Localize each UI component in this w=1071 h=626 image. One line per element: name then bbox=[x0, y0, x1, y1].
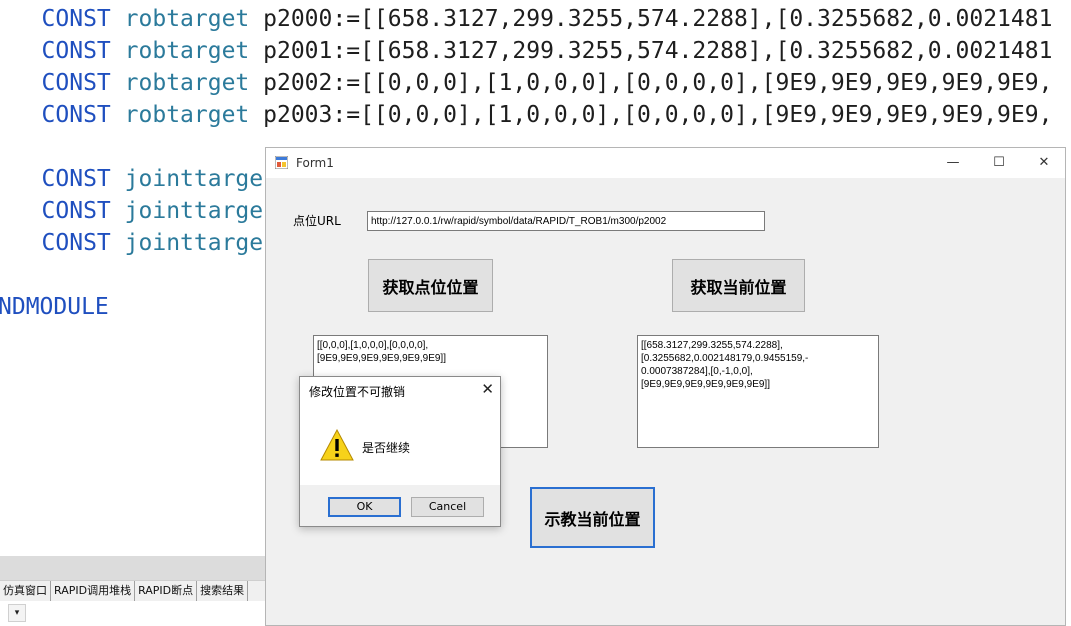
dialog-message: 是否继续 bbox=[362, 441, 411, 455]
tab-search-results[interactable]: 搜索结果 bbox=[197, 581, 249, 601]
code-line[interactable]: CONST robtarget p2000:=[[658.3127,299.32… bbox=[0, 3, 1053, 35]
code-line[interactable]: CONST jointtarge bbox=[0, 195, 264, 227]
window-title: Form1 bbox=[296, 156, 334, 170]
code-line[interactable]: CONST robtarget p2003:=[[0,0,0],[1,0,0,0… bbox=[0, 99, 1053, 131]
app-icon bbox=[275, 156, 288, 169]
code-line[interactable]: CONST robtarget p2002:=[[0,0,0],[1,0,0,0… bbox=[0, 67, 1053, 99]
maximize-button[interactable]: ☐ bbox=[976, 148, 1022, 178]
dialog-title: 修改位置不可撤销 bbox=[309, 385, 406, 399]
dialog-close-icon[interactable]: ✕ bbox=[481, 380, 494, 398]
panel-dropdown-chevron-down-icon[interactable]: ▾ bbox=[8, 604, 26, 622]
get-current-position-button[interactable]: 获取当前位置 bbox=[672, 259, 805, 312]
title-bar[interactable]: Form1 — ☐ ✕ bbox=[266, 148, 1065, 178]
teach-current-position-button[interactable]: 示教当前位置 bbox=[530, 487, 655, 548]
code-line[interactable]: CONST robtarget p2001:=[[658.3127,299.32… bbox=[0, 35, 1053, 67]
tab-rapid-call-stack[interactable]: RAPID调用堆栈 bbox=[51, 581, 136, 601]
tab-rapid-breakpoints[interactable]: RAPID断点 bbox=[135, 581, 198, 601]
dialog-footer: OK Cancel bbox=[300, 485, 500, 526]
code-line[interactable]: CONST jointtarge bbox=[0, 163, 264, 195]
close-button[interactable]: ✕ bbox=[1021, 148, 1067, 178]
current-position-textbox[interactable]: [[658.3127,299.3255,574.2288], [0.325568… bbox=[637, 335, 879, 448]
url-label: 点位URL bbox=[293, 214, 341, 228]
output-panel-tabs: 仿真窗口 RAPID调用堆栈 RAPID断点 搜索结果 bbox=[0, 580, 266, 601]
code-line[interactable]: NDMODULE bbox=[0, 291, 109, 323]
panel-content bbox=[0, 601, 266, 626]
minimize-button[interactable]: — bbox=[930, 148, 976, 178]
get-point-position-button[interactable]: 获取点位位置 bbox=[368, 259, 493, 312]
confirm-dialog: 修改位置不可撤销 ✕ 是否继续 OK Cancel bbox=[299, 376, 501, 527]
tab-simulation-window[interactable]: 仿真窗口 bbox=[0, 581, 51, 601]
url-input[interactable] bbox=[367, 211, 765, 231]
horizontal-scrollbar[interactable] bbox=[0, 556, 266, 580]
cancel-button[interactable]: Cancel bbox=[411, 497, 484, 517]
warning-icon bbox=[320, 429, 354, 461]
ok-button[interactable]: OK bbox=[328, 497, 401, 517]
code-line[interactable]: CONST jointtarge bbox=[0, 227, 264, 259]
